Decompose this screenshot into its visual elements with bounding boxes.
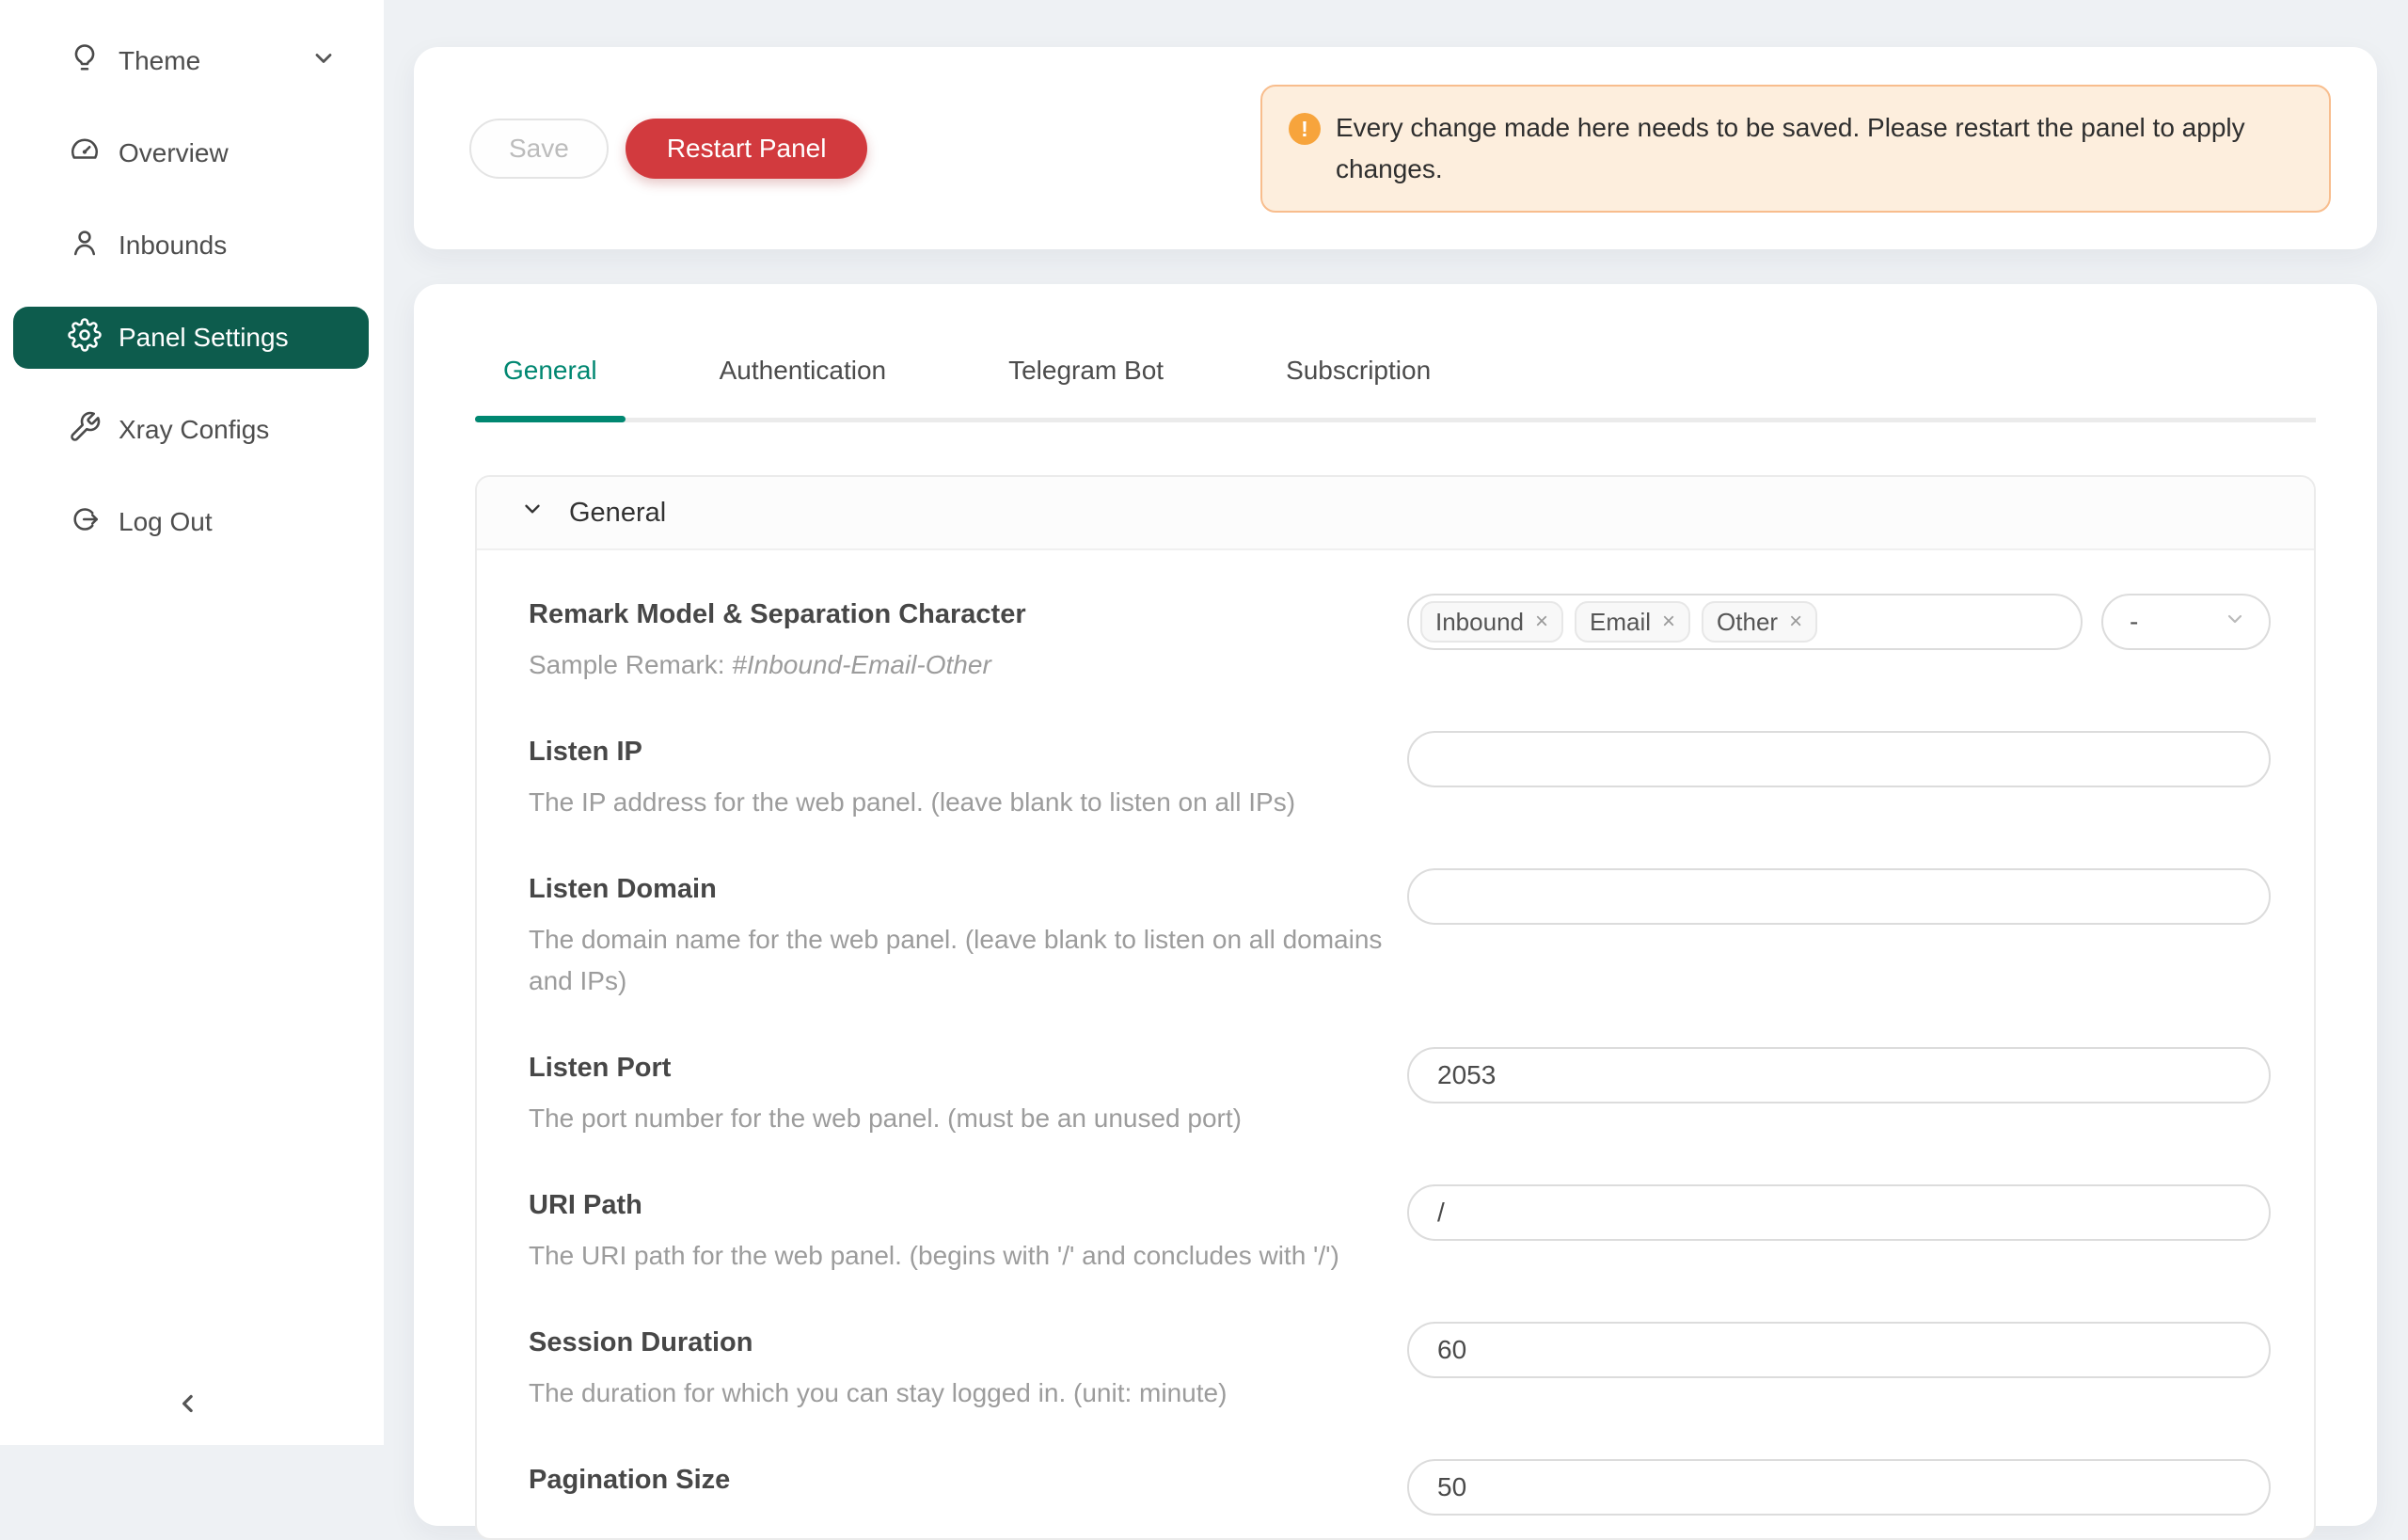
chevron-down-icon xyxy=(520,497,545,529)
sidebar-item-label: Theme xyxy=(119,46,200,76)
tag-email: Email × xyxy=(1575,601,1690,643)
remove-tag-icon[interactable]: × xyxy=(1789,609,1802,635)
pagination-size-input[interactable] xyxy=(1407,1459,2271,1516)
remark-model-multiselect[interactable]: Inbound × Email × Other × xyxy=(1407,594,2083,650)
warning-icon: ! xyxy=(1289,113,1321,145)
remove-tag-icon[interactable]: × xyxy=(1662,609,1675,635)
tab-authentication[interactable]: Authentication xyxy=(691,342,914,418)
logout-icon xyxy=(68,502,102,543)
form-row-listen-port: Listen Port The port number for the web … xyxy=(477,1024,2314,1162)
tab-telegram-bot[interactable]: Telegram Bot xyxy=(980,342,1192,418)
sidebar-item-label: Inbounds xyxy=(119,230,227,261)
remark-description: Sample Remark: #Inbound-Email-Other xyxy=(529,644,1407,686)
chevron-down-icon[interactable] xyxy=(310,45,337,78)
form-row-pagination-size: Pagination Size xyxy=(477,1437,2314,1538)
restart-panel-button[interactable]: Restart Panel xyxy=(626,119,868,179)
pagination-size-label: Pagination Size xyxy=(529,1461,1407,1499)
session-duration-input[interactable] xyxy=(1407,1322,2271,1378)
user-icon xyxy=(68,226,102,266)
listen-domain-description: The domain name for the web panel. (leav… xyxy=(529,919,1407,1002)
chevron-left-icon xyxy=(174,1389,202,1422)
chevron-down-icon xyxy=(2224,607,2246,637)
listen-domain-label: Listen Domain xyxy=(529,870,1407,908)
listen-domain-input[interactable] xyxy=(1407,868,2271,925)
alert-text: Every change made here needs to be saved… xyxy=(1336,107,2303,190)
session-duration-label: Session Duration xyxy=(529,1324,1407,1361)
form-row-session-duration: Session Duration The duration for which … xyxy=(477,1299,2314,1437)
panel-title: General xyxy=(569,498,666,529)
tag-inbound: Inbound × xyxy=(1420,601,1563,643)
general-panel-header[interactable]: General xyxy=(477,477,2314,550)
dashboard-gauge-icon xyxy=(68,134,102,174)
tag-other: Other × xyxy=(1702,601,1817,643)
gear-icon xyxy=(68,318,102,358)
uri-path-description: The URI path for the web panel. (begins … xyxy=(529,1235,1407,1277)
sidebar-collapse-button[interactable] xyxy=(167,1385,209,1426)
listen-port-input[interactable] xyxy=(1407,1047,2271,1103)
listen-port-label: Listen Port xyxy=(529,1049,1407,1087)
form-row-uri-path: URI Path The URI path for the web panel.… xyxy=(477,1162,2314,1299)
sidebar-item-xray-configs[interactable]: Xray Configs xyxy=(13,399,369,461)
sidebar-item-label: Panel Settings xyxy=(119,323,289,353)
sidebar-item-label: Log Out xyxy=(119,507,213,537)
sidebar-item-panel-settings[interactable]: Panel Settings xyxy=(13,307,369,369)
sidebar-item-label: Overview xyxy=(119,138,229,168)
remove-tag-icon[interactable]: × xyxy=(1535,609,1548,635)
sidebar-item-label: Xray Configs xyxy=(119,415,269,445)
general-collapse-panel: General Remark Model & Separation Charac… xyxy=(475,475,2316,1540)
sidebar: Theme Overview Inbounds Panel Settings xyxy=(0,0,384,1445)
uri-path-input[interactable] xyxy=(1407,1184,2271,1241)
form-row-remark: Remark Model & Separation Character Samp… xyxy=(477,571,2314,708)
listen-port-description: The port number for the web panel. (must… xyxy=(529,1098,1407,1139)
listen-ip-input[interactable] xyxy=(1407,731,2271,787)
sidebar-item-overview[interactable]: Overview xyxy=(13,122,369,184)
settings-card: General Authentication Telegram Bot Subs… xyxy=(414,284,2377,1526)
form-row-listen-ip: Listen IP The IP address for the web pan… xyxy=(477,708,2314,846)
wrench-icon xyxy=(68,410,102,451)
sidebar-item-theme[interactable]: Theme xyxy=(13,30,369,92)
tab-general[interactable]: General xyxy=(475,342,626,418)
separator-value: - xyxy=(2130,607,2138,637)
listen-ip-description: The IP address for the web panel. (leave… xyxy=(529,782,1407,823)
save-button[interactable]: Save xyxy=(469,119,609,179)
separator-select[interactable]: - xyxy=(2101,594,2271,650)
uri-path-label: URI Path xyxy=(529,1186,1407,1224)
restart-warning-alert: ! Every change made here needs to be sav… xyxy=(1260,85,2331,213)
form-row-listen-domain: Listen Domain The domain name for the we… xyxy=(477,846,2314,1024)
settings-tabs: General Authentication Telegram Bot Subs… xyxy=(475,342,2316,422)
sample-remark-value: #Inbound-Email-Other xyxy=(732,650,990,679)
sidebar-item-inbounds[interactable]: Inbounds xyxy=(13,214,369,277)
lightbulb-icon xyxy=(68,41,102,82)
actions-card: Save Restart Panel ! Every change made h… xyxy=(414,47,2377,249)
sidebar-item-log-out[interactable]: Log Out xyxy=(13,491,369,553)
session-duration-description: The duration for which you can stay logg… xyxy=(529,1373,1407,1414)
tab-subscription[interactable]: Subscription xyxy=(1258,342,1459,418)
remark-label: Remark Model & Separation Character xyxy=(529,595,1407,633)
listen-ip-label: Listen IP xyxy=(529,733,1407,770)
